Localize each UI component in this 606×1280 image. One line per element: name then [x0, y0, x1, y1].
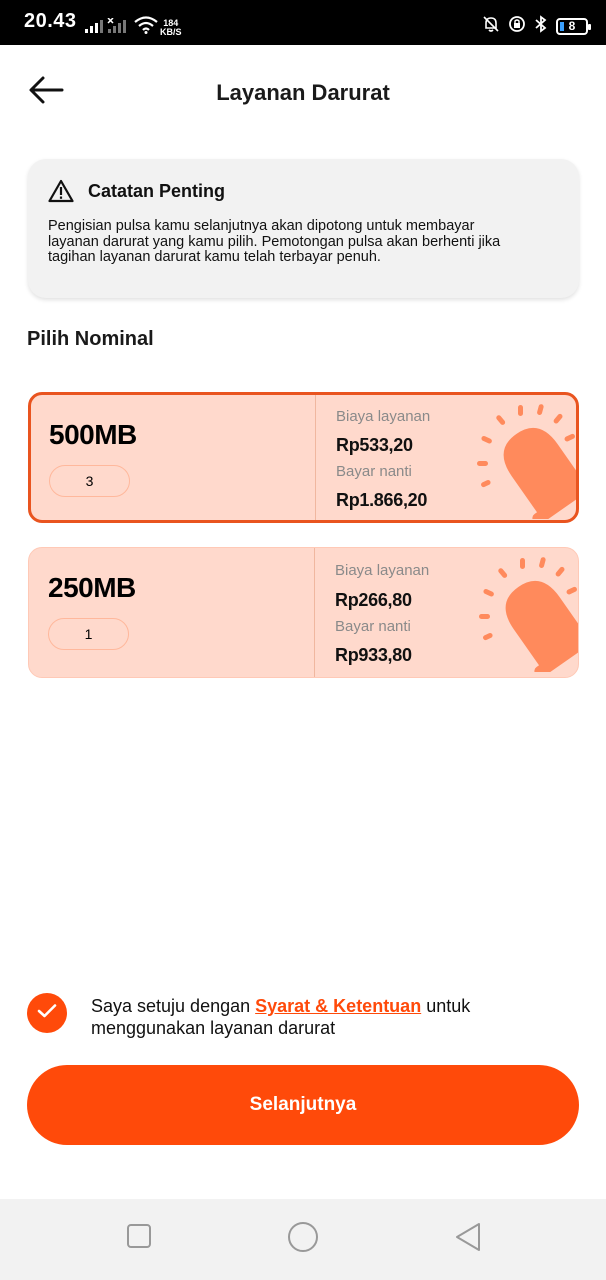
- wifi-icon: [134, 16, 158, 39]
- bell-muted-icon: [482, 15, 500, 38]
- network-speed-unit: KB/S: [160, 27, 182, 37]
- status-right-icons: 8: [482, 15, 591, 38]
- square-icon[interactable]: [126, 1223, 152, 1254]
- fee-value: Rp266,80: [335, 590, 412, 610]
- option-divider: [315, 395, 316, 520]
- fee-label: Biaya layanan: [335, 562, 430, 579]
- battery-icon: 8: [556, 18, 591, 35]
- option-size: 250MB: [48, 572, 136, 603]
- option-quantity: 3: [49, 465, 130, 497]
- option-divider: [314, 548, 315, 677]
- later-label: Bayar nanti: [335, 618, 411, 635]
- terms-link[interactable]: Syarat & Ketentuan: [255, 996, 421, 1016]
- section-title: Pilih Nominal: [27, 328, 154, 350]
- data-saver-icon: [508, 15, 526, 38]
- notice-body: Pengisian pulsa kamu selanjutnya akan di…: [48, 218, 501, 265]
- important-notice: Catatan Penting Pengisian pulsa kamu sel…: [28, 159, 579, 298]
- option-size: 500MB: [49, 419, 137, 450]
- option-quantity: 1: [48, 618, 129, 650]
- fee-label: Biaya layanan: [336, 408, 431, 425]
- later-label: Bayar nanti: [336, 463, 412, 480]
- agreement-text: Saya setuju dengan Syarat & Ketentuan un…: [91, 995, 511, 1039]
- agreement-checkbox[interactable]: [27, 993, 67, 1033]
- system-nav-bar: [0, 1199, 606, 1280]
- status-bar: 20.43 184 KB/S 8: [0, 0, 606, 45]
- option-card-250mb[interactable]: 250MB 1 Biaya layanan Rp266,80 Bayar nan…: [28, 547, 579, 678]
- status-time: 20.43: [24, 10, 77, 32]
- signal-icon: [85, 17, 129, 39]
- next-button[interactable]: Selanjutnya: [27, 1065, 579, 1145]
- option-card-500mb[interactable]: 500MB 3 Biaya layanan Rp533,20 Bayar nan…: [28, 392, 579, 523]
- fee-value: Rp533,20: [336, 435, 413, 455]
- siren-icon: [476, 399, 576, 520]
- check-icon: [37, 1003, 57, 1024]
- warning-triangle-icon: [48, 179, 74, 208]
- network-speed: 184 KB/S: [160, 19, 182, 37]
- circle-icon[interactable]: [287, 1221, 319, 1258]
- bluetooth-icon: [534, 15, 548, 38]
- agreement-prefix: Saya setuju dengan: [91, 996, 256, 1016]
- later-value: Rp933,80: [335, 645, 412, 665]
- page-title: Layanan Darurat: [216, 80, 390, 105]
- later-value: Rp1.866,20: [336, 490, 428, 510]
- triangle-back-icon[interactable]: [454, 1221, 482, 1258]
- notice-title: Catatan Penting: [88, 181, 226, 201]
- siren-icon: [478, 552, 578, 677]
